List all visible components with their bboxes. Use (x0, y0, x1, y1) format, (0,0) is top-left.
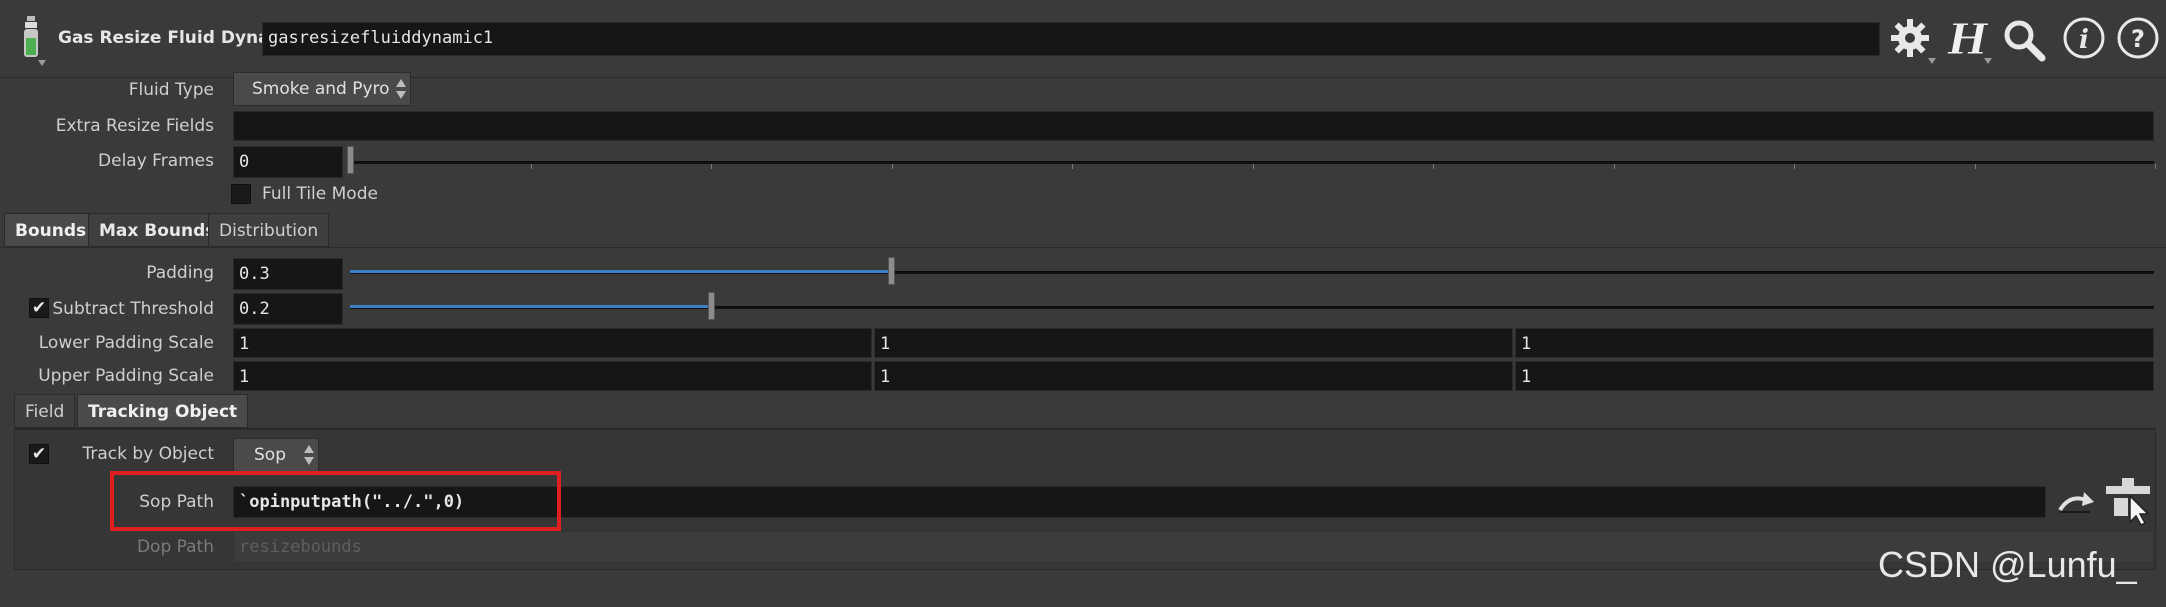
node-type-icon[interactable] (20, 16, 46, 66)
menu-arrows-icon (302, 442, 316, 468)
menu-arrows-icon (394, 76, 408, 102)
slider-tick (891, 164, 893, 169)
padding-slider-fill (350, 270, 891, 273)
jump-to-operator-icon[interactable] (2056, 486, 2096, 520)
info-icon[interactable]: i (2062, 16, 2106, 60)
upper-padding-scale-label: Upper Padding Scale (38, 366, 214, 386)
full-tile-mode-checkbox[interactable] (231, 184, 251, 204)
delay-frames-label: Delay Frames (98, 151, 214, 171)
tab-bounds[interactable]: Bounds (4, 213, 98, 247)
fluid-type-menu[interactable]: Smoke and Pyro (233, 72, 411, 106)
extra-resize-fields-input[interactable] (233, 111, 2154, 141)
houdini-help-icon[interactable]: H (1944, 14, 1992, 65)
subtract-threshold-checkbox[interactable]: ✔ (29, 298, 49, 318)
header-bar: Gas Resize Fluid Dynamic gasresizefluidd… (0, 0, 2166, 78)
search-icon[interactable] (2002, 18, 2046, 62)
full-tile-mode-label: Full Tile Mode (262, 184, 378, 204)
slider-tick (1974, 164, 1976, 169)
watermark-text: CSDN @Lunfu_ (1878, 544, 2137, 585)
slider-tick (2155, 164, 2156, 169)
upper-padding-scale-x[interactable]: 1 (233, 361, 872, 391)
sub-tab-bar (14, 393, 2156, 429)
subtract-threshold-slider-handle[interactable] (708, 292, 715, 320)
track-by-object-value: Sop (254, 445, 286, 465)
gear-icon[interactable] (1888, 18, 1936, 64)
slider-tick (530, 164, 532, 169)
upper-padding-scale-z[interactable]: 1 (1515, 361, 2154, 391)
slider-tick (1072, 164, 1073, 169)
extra-resize-fields-label: Extra Resize Fields (55, 116, 214, 136)
delay-frames-input[interactable]: 0 (233, 146, 343, 178)
svg-text:H: H (1947, 15, 1989, 64)
track-by-object-label: Track by Object (82, 444, 214, 464)
highlight-box (110, 471, 561, 531)
dop-path-label: Dop Path (136, 537, 214, 557)
svg-text:?: ? (2131, 25, 2145, 53)
upper-padding-scale-y[interactable]: 1 (874, 361, 1513, 391)
tab-tracking-object[interactable]: Tracking Object (77, 394, 249, 428)
lower-padding-scale-x[interactable]: 1 (233, 328, 872, 358)
lower-padding-scale-label: Lower Padding Scale (38, 333, 214, 353)
fluid-type-label: Fluid Type (128, 80, 214, 100)
padding-label: Padding (146, 263, 214, 283)
subtract-threshold-input[interactable]: 0.2 (233, 293, 343, 325)
subtract-threshold-label: Subtract Threshold (52, 299, 214, 319)
dop-path-input: resizebounds (233, 531, 2154, 563)
svg-text:i: i (2079, 25, 2089, 55)
padding-slider-handle[interactable] (888, 257, 895, 285)
operator-chooser-icon[interactable] (2104, 478, 2154, 526)
slider-tick (1613, 164, 1615, 169)
lower-padding-scale-z[interactable]: 1 (1515, 328, 2154, 358)
node-name-field[interactable]: gasresizefluiddynamic1 (262, 22, 1880, 56)
fluid-type-value: Smoke and Pyro (252, 79, 390, 99)
tab-field[interactable]: Field (14, 394, 76, 428)
slider-tick (1794, 164, 1795, 169)
delay-frames-slider-handle[interactable] (347, 146, 354, 174)
lower-padding-scale-y[interactable]: 1 (874, 328, 1513, 358)
slider-tick (1252, 164, 1254, 169)
tab-distribution[interactable]: Distribution (208, 213, 330, 247)
track-by-object-menu[interactable]: Sop (233, 438, 319, 472)
slider-tick (711, 164, 712, 169)
subtract-threshold-slider-fill (350, 305, 711, 308)
question-icon[interactable]: ? (2116, 16, 2160, 60)
tab-max-bounds[interactable]: Max Bounds (88, 213, 227, 247)
slider-tick (1433, 164, 1434, 169)
track-by-object-checkbox[interactable]: ✔ (29, 444, 49, 464)
padding-input[interactable]: 0.3 (233, 258, 343, 290)
